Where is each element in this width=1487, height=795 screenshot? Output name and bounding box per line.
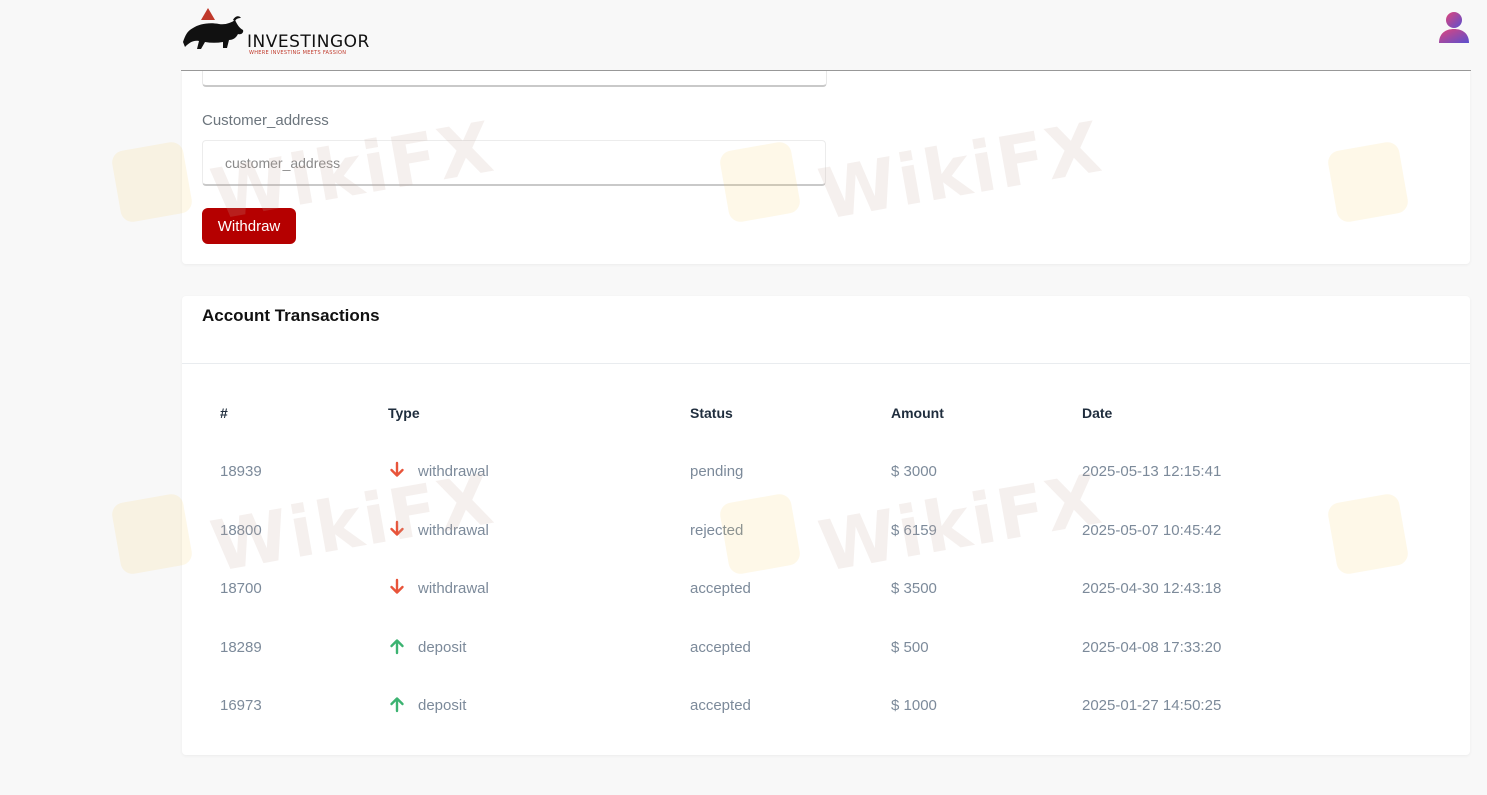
row-amount: $ 3500 — [891, 580, 937, 597]
account-transactions-card: Account Transactions # Type Status Amoun… — [182, 296, 1470, 755]
row-amount: $ 500 — [891, 638, 929, 656]
row-id: 18939 — [220, 463, 262, 480]
row-type: withdrawal — [388, 562, 489, 616]
arrow-down-icon — [390, 461, 404, 477]
row-id: 18289 — [220, 638, 262, 656]
row-status: accepted — [690, 638, 751, 656]
row-amount: $ 3000 — [891, 463, 937, 480]
arrow-down-icon — [390, 520, 404, 536]
row-type: withdrawal — [388, 445, 489, 499]
user-avatar-icon — [1439, 12, 1469, 43]
row-amount: $ 1000 — [891, 697, 937, 714]
row-date: 2025-04-08 17:33:20 — [1082, 638, 1222, 656]
customer-address-label: Customer_address — [202, 112, 329, 129]
arrow-up-icon — [390, 638, 404, 654]
previous-input-field[interactable] — [202, 71, 827, 87]
row-date: 2025-05-07 10:45:42 — [1082, 521, 1222, 539]
customer-address-input[interactable] — [202, 140, 826, 186]
table-row: 18700 withdrawal accepted $ 3500 2025-04… — [202, 562, 1450, 621]
table-row: 16973 deposit accepted $ 1000 2025-01-27… — [202, 679, 1450, 738]
column-header-type: Type — [388, 405, 420, 421]
row-status: accepted — [690, 697, 751, 714]
withdraw-button[interactable]: Withdraw — [202, 208, 296, 244]
row-status: pending — [690, 463, 744, 480]
row-date: 2025-05-13 12:15:41 — [1082, 463, 1222, 480]
table-header-row: # Type Status Amount Date — [202, 386, 1450, 445]
arrow-down-icon — [390, 578, 404, 594]
table-row: 18800 withdrawal rejected $ 6159 2025-05… — [202, 504, 1450, 563]
row-type: deposit — [388, 621, 466, 675]
brand-logo[interactable]: INVESTINGOR WHERE INVESTING MEETS FASSIO… — [181, 6, 371, 56]
row-type-label: deposit — [418, 697, 467, 714]
user-menu-button[interactable] — [1438, 10, 1470, 44]
bull-logo-icon — [183, 8, 244, 49]
row-type: deposit — [388, 679, 466, 733]
row-type-label: withdrawal — [418, 521, 489, 539]
transactions-title: Account Transactions — [202, 306, 380, 325]
column-header-amount: Amount — [891, 405, 944, 421]
row-id: 16973 — [220, 697, 262, 714]
table-row: 18939 withdrawal pending $ 3000 2025-05-… — [202, 445, 1450, 504]
page: INVESTINGOR WHERE INVESTING MEETS FASSIO… — [0, 0, 1487, 795]
brand-name: INVESTINGOR — [247, 32, 370, 52]
row-status: accepted — [690, 580, 751, 597]
row-amount: $ 6159 — [891, 521, 937, 539]
row-type-label: withdrawal — [418, 580, 489, 597]
row-id: 18700 — [220, 580, 262, 597]
top-header: INVESTINGOR WHERE INVESTING MEETS FASSIO… — [181, 0, 1471, 71]
column-header-id: # — [220, 405, 228, 421]
withdraw-form-card: Customer_address Withdraw — [182, 71, 1470, 264]
row-date: 2025-04-30 12:43:18 — [1082, 580, 1222, 597]
row-type-label: deposit — [418, 638, 467, 656]
row-type: withdrawal — [388, 504, 489, 558]
card-divider — [182, 363, 1470, 364]
column-header-status: Status — [690, 405, 733, 421]
row-date: 2025-01-27 14:50:25 — [1082, 697, 1222, 714]
row-status: rejected — [690, 521, 744, 539]
transactions-table: # Type Status Amount Date 18939 withdraw… — [202, 386, 1450, 738]
column-header-date: Date — [1082, 405, 1113, 421]
table-row: 18289 deposit accepted $ 500 2025-04-08 … — [202, 621, 1450, 680]
arrow-up-icon — [390, 697, 404, 713]
row-type-label: withdrawal — [418, 463, 489, 480]
brand-tagline: WHERE INVESTING MEETS FASSION — [249, 50, 347, 56]
row-id: 18800 — [220, 521, 262, 539]
